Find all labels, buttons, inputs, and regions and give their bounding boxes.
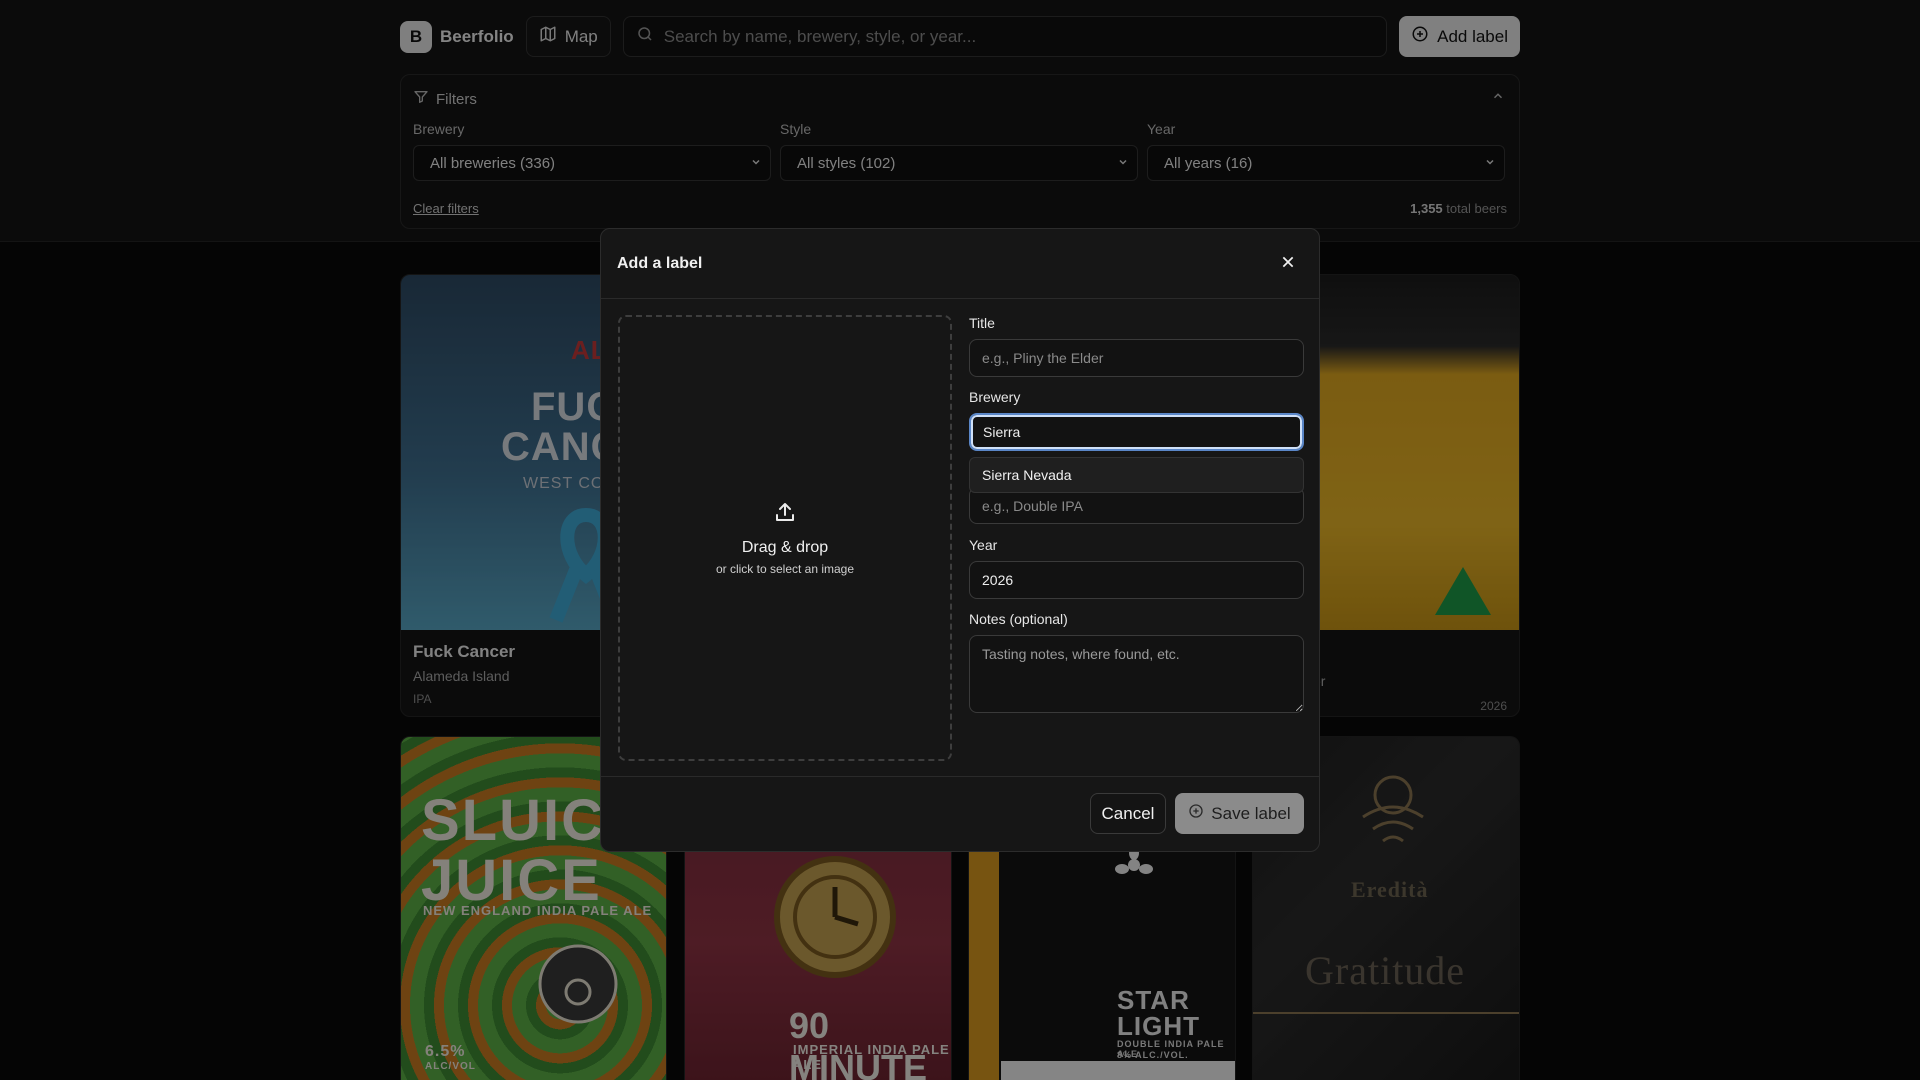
dialog-title: Add a label <box>617 255 703 272</box>
year-label: Year <box>969 537 998 553</box>
notes-label: Notes (optional) <box>969 611 1068 627</box>
dropzone-subtitle: or click to select an image <box>715 562 855 576</box>
plus-circle-icon <box>1188 803 1204 824</box>
close-button[interactable] <box>1277 253 1299 275</box>
image-dropzone[interactable]: Drag & drop or click to select an image <box>618 315 952 761</box>
notes-textarea[interactable] <box>969 635 1304 713</box>
upload-icon <box>773 500 797 529</box>
close-icon <box>1280 254 1296 275</box>
brewery-label: Brewery <box>969 389 1021 405</box>
brewery-suggestion[interactable]: Sierra Nevada <box>969 457 1304 493</box>
title-label: Title <box>969 315 995 331</box>
dialog-footer-divider <box>601 776 1319 777</box>
save-label-text: Save label <box>1211 803 1291 823</box>
brewery-input[interactable] <box>969 413 1304 451</box>
dialog-divider <box>601 298 1319 299</box>
add-label-dialog: Add a label Drag & drop or click to sele… <box>600 228 1320 852</box>
dropzone-title: Drag & drop <box>741 539 829 556</box>
save-label-button[interactable]: Save label <box>1175 793 1304 834</box>
title-input[interactable] <box>969 339 1304 377</box>
year-input[interactable] <box>969 561 1304 599</box>
cancel-button[interactable]: Cancel <box>1090 793 1166 834</box>
